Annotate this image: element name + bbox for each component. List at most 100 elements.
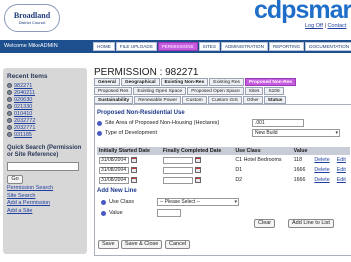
completed-date-input[interactable] bbox=[162, 156, 193, 164]
started-date-input[interactable]: 31/08/2004 bbox=[99, 176, 129, 184]
edit-link[interactable]: Edit bbox=[337, 157, 346, 163]
add-value-input[interactable] bbox=[157, 209, 181, 217]
edit-link[interactable]: Edit bbox=[337, 167, 346, 173]
delete-link[interactable]: Delete bbox=[314, 157, 329, 163]
tab-sites[interactable]: Sites bbox=[244, 87, 264, 95]
nav-home[interactable]: HOME bbox=[93, 42, 115, 51]
use-class-table: Initially Started Date Finally Completed… bbox=[97, 147, 350, 185]
add-permission-link[interactable]: Add a Permission bbox=[7, 200, 83, 208]
recent-item[interactable]: 031185 bbox=[7, 131, 83, 138]
gear-icon bbox=[7, 97, 12, 102]
save-button[interactable]: Save bbox=[98, 240, 119, 249]
tab-s106[interactable]: S106 bbox=[264, 87, 284, 95]
recent-item-link[interactable]: 982271 bbox=[14, 83, 32, 89]
nav-permissions[interactable]: PERMISSIONS bbox=[157, 42, 198, 51]
quick-search-input[interactable] bbox=[7, 162, 79, 171]
started-date-input[interactable]: 31/08/2004 bbox=[99, 166, 129, 174]
recent-item[interactable]: 2032771 bbox=[7, 124, 83, 131]
gear-icon bbox=[7, 118, 12, 123]
value-cell: 1666 bbox=[293, 167, 306, 173]
add-value-row: Value bbox=[101, 210, 123, 216]
recent-item[interactable]: 010410 bbox=[7, 110, 83, 117]
nav-sites[interactable]: SITES bbox=[198, 42, 220, 51]
cancel-button[interactable]: Cancel bbox=[165, 240, 191, 249]
tab-renewable-power[interactable]: Renewable Power bbox=[134, 96, 182, 104]
use-class-cell: D2 bbox=[235, 177, 243, 183]
add-site-link[interactable]: Add a Site bbox=[7, 208, 83, 216]
recent-item-link[interactable]: 010410 bbox=[14, 111, 32, 117]
recent-item-link[interactable]: 2032771 bbox=[14, 125, 35, 131]
go-button[interactable]: Go bbox=[7, 175, 23, 184]
type-of-development-select[interactable]: New Build bbox=[252, 129, 340, 137]
recent-item-link[interactable]: 2040211 bbox=[14, 90, 35, 96]
col-use-class: Use Class bbox=[233, 147, 292, 155]
recent-item-link[interactable]: 020630 bbox=[14, 97, 32, 103]
tabs-row-1: General Geographical Existing Non-Res Ex… bbox=[94, 78, 297, 86]
tab-existing-open-space[interactable]: Existing Open Space bbox=[133, 87, 187, 95]
started-date-input[interactable]: 31/08/2004 bbox=[99, 156, 129, 164]
tab-geographical[interactable]: Geographical bbox=[120, 78, 160, 86]
nav-administration[interactable]: ADMINISTRATION bbox=[220, 42, 268, 51]
main-nav: HOME FILE UPLOADS PERMISSIONS SITES ADMI… bbox=[93, 42, 351, 51]
welcome-text: Welcome MikeADMIN bbox=[4, 43, 58, 49]
tab-existing-non-res[interactable]: Existing Non-Res bbox=[160, 78, 209, 86]
recent-item-link[interactable]: 021330 bbox=[14, 104, 32, 110]
calendar-icon[interactable] bbox=[131, 157, 137, 163]
tab-proposed-non-res[interactable]: Proposed Non-Res bbox=[244, 78, 297, 86]
calendar-icon[interactable] bbox=[194, 177, 201, 183]
save-close-button[interactable]: Save & Close bbox=[121, 240, 163, 249]
gear-icon bbox=[7, 125, 12, 130]
recent-item[interactable]: 021330 bbox=[7, 103, 83, 110]
completed-date-input[interactable] bbox=[162, 176, 193, 184]
site-area-label: Site Area of Proposed Non-Housing (Hecta… bbox=[105, 120, 220, 126]
tab-status[interactable]: Status bbox=[263, 96, 287, 104]
tab-proposed-res[interactable]: Proposed Res bbox=[94, 87, 133, 95]
recent-item[interactable]: 2032772 bbox=[7, 117, 83, 124]
tab-other[interactable]: Other bbox=[242, 96, 263, 104]
completed-date-input[interactable] bbox=[162, 166, 193, 174]
logoff-link[interactable]: Log Off bbox=[305, 23, 323, 29]
contact-link[interactable]: Contact bbox=[327, 23, 346, 29]
link-separator: | bbox=[324, 23, 326, 29]
calendar-icon[interactable] bbox=[194, 157, 201, 163]
clear-button[interactable]: Clear bbox=[254, 219, 276, 228]
value-cell: 118 bbox=[293, 157, 303, 163]
delete-link[interactable]: Delete bbox=[314, 167, 329, 173]
recent-item-link[interactable]: 2032772 bbox=[14, 118, 35, 124]
edit-link[interactable]: Edit bbox=[337, 177, 346, 183]
tab-custom[interactable]: Custom bbox=[182, 96, 207, 104]
tab-proposed-open-space[interactable]: Proposed Open Space bbox=[187, 87, 244, 95]
section-title: Proposed Non-Residential Use bbox=[97, 110, 185, 116]
recent-item[interactable]: 982271 bbox=[7, 82, 83, 89]
recent-item-link[interactable]: 031185 bbox=[14, 132, 32, 138]
nav-reporting[interactable]: REPORTING bbox=[268, 42, 305, 51]
calendar-icon[interactable] bbox=[131, 177, 137, 183]
recent-item[interactable]: 020630 bbox=[7, 96, 83, 103]
calendar-icon[interactable] bbox=[194, 167, 201, 173]
delete-link[interactable]: Delete bbox=[314, 177, 329, 183]
info-icon bbox=[97, 120, 102, 126]
info-icon bbox=[101, 199, 106, 205]
tab-sustainability[interactable]: Sustainability bbox=[94, 96, 134, 104]
tab-custom-gis[interactable]: Custom GIS bbox=[207, 96, 242, 104]
type-row: Type of Development bbox=[97, 130, 157, 136]
nav-file-uploads[interactable]: FILE UPLOADS bbox=[115, 42, 157, 51]
tab-general[interactable]: General bbox=[94, 78, 120, 86]
tab-existing-res[interactable]: Existing Res bbox=[209, 78, 244, 86]
add-use-class-select[interactable]: -- Please Select -- bbox=[157, 198, 239, 206]
gear-icon bbox=[7, 104, 12, 109]
site-search-link[interactable]: Site Search bbox=[7, 193, 83, 201]
col-edit bbox=[334, 147, 350, 155]
nav-documentation[interactable]: DOCUMENTATION bbox=[305, 42, 351, 51]
calendar-icon[interactable] bbox=[131, 167, 137, 173]
site-area-input[interactable]: .001 bbox=[252, 119, 304, 127]
col-started: Initially Started Date bbox=[97, 147, 161, 155]
logo-subtitle: District Council bbox=[18, 20, 46, 25]
add-line-heading: Add New Line bbox=[97, 188, 137, 194]
add-line-to-list-button[interactable]: Add Line to List bbox=[288, 219, 334, 228]
top-links: Log Off | Contact bbox=[305, 23, 346, 29]
recent-item[interactable]: 2040211 bbox=[7, 89, 83, 96]
add-value-label: Value bbox=[109, 210, 123, 216]
gear-icon bbox=[7, 111, 12, 116]
permission-search-link[interactable]: Permission Search bbox=[7, 185, 83, 193]
